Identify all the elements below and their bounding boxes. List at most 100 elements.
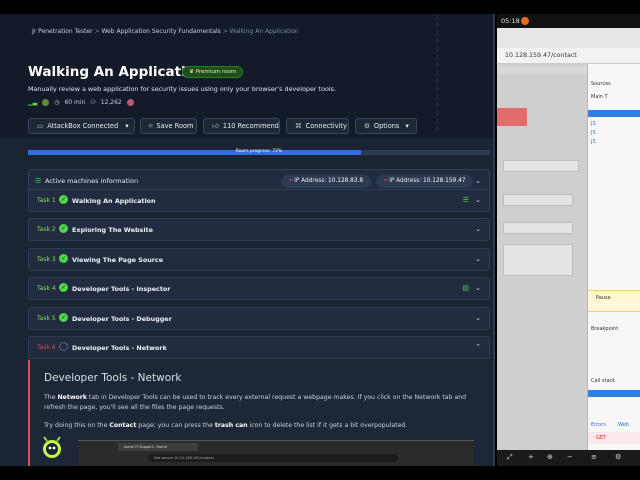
save-room-button[interactable]: ⌑ Save Room <box>140 118 197 134</box>
chevron-down-icon: ⌄ <box>475 177 481 185</box>
devtools-tree-selection[interactable] <box>588 110 640 117</box>
system-top-bar: 05:18 <box>497 14 640 28</box>
minus-icon[interactable]: − <box>567 453 573 461</box>
circle-icon <box>59 342 68 351</box>
task-row[interactable]: Task 4 ✓ Developer Tools - Inspector ▤ ⌄ <box>28 277 490 300</box>
bookmark-icon: ⌑ <box>149 122 153 130</box>
paused-banner: Pause <box>588 290 640 312</box>
task-number: Task 2 <box>37 226 56 233</box>
task-number: Task 4 <box>37 285 56 292</box>
user-count: 12,262 <box>100 99 122 106</box>
devtools-tree-item[interactable]: Main T <box>591 94 608 100</box>
mini-browser-tab: Acme IT Support - Home <box>118 443 198 451</box>
room-meta: ▁▃ ◷ 60 min ⚇ 12,262 <box>28 99 134 106</box>
devtools-tree-item[interactable]: JS <box>591 139 596 145</box>
chevron-down-icon: ⌄ <box>475 255 481 263</box>
task-row[interactable]: Task 3 ✓ Viewing The Page Source ⌄ <box>28 248 490 271</box>
task-row[interactable]: Task 5 ✓ Developer Tools - Debugger ⌄ <box>28 307 490 330</box>
difficulty-bars-icon: ▁▃ <box>28 99 38 106</box>
page-title: Walking An Application <box>28 64 205 80</box>
page-strip <box>497 66 587 74</box>
url-text: 10.128.159.47/contact <box>505 52 577 59</box>
task-title: Developer Tools - Debugger <box>72 315 172 323</box>
chevron-down-icon: ⌄ <box>475 284 481 292</box>
desktop-screen: Jr Penetration Tester > Web Application … <box>0 0 640 480</box>
monitor-icon: ▭ <box>37 122 44 130</box>
embedded-screenshot: Acme IT Support - Home Not secure 10.10.… <box>78 440 474 466</box>
users-icon: ⚇ <box>90 99 96 106</box>
task-content-paragraph: Try doing this on the Contact page; you … <box>44 422 408 429</box>
duration: 60 min <box>64 99 86 106</box>
ip-address-2: 10.128.159.47 <box>423 178 466 184</box>
call-stack-selection[interactable] <box>588 390 640 397</box>
page-textarea[interactable] <box>503 244 573 276</box>
task-title: Viewing The Page Source <box>72 256 164 264</box>
taskbar: ⤢ + ⊕ − ≡ ⚙ <box>497 450 640 466</box>
task-content-heading: Developer Tools - Network <box>44 372 182 384</box>
settings-icon[interactable]: ⚙ <box>615 453 621 461</box>
ip-badge-attackbox: ⌖ IP Address: 10.128.83.8 <box>281 175 372 188</box>
premium-badge: ♛ Premium room <box>182 66 244 78</box>
chevron-down-icon: ⌄ <box>475 196 481 204</box>
web-page-viewport <box>497 64 587 450</box>
breadcrumb-item-module[interactable]: Web Application Security Fundamentals <box>101 28 220 35</box>
breakpoints-header[interactable]: Breakpoint <box>591 326 618 332</box>
task-title: Developer Tools - Inspector <box>72 285 171 293</box>
devtools-tree-item[interactable]: JS <box>591 121 596 127</box>
connectivity-button[interactable]: ⌘ Connectivity <box>286 118 349 134</box>
check-icon: ✓ <box>59 254 68 263</box>
browser-window: 05:18 10.128.159.47/contact Sources Main… <box>497 14 640 466</box>
network-request-row[interactable]: GET <box>588 432 640 444</box>
task-title: Developer Tools - Network <box>72 344 167 352</box>
devtools-tree-item[interactable]: JS <box>591 130 596 136</box>
check-icon: ✓ <box>59 283 68 292</box>
attackbox-button[interactable]: ▭ AttackBox Connected ▾ <box>28 118 135 134</box>
binary-decoration: 101011010010110 <box>435 14 439 133</box>
breadcrumb-item-path[interactable]: Jr Penetration Tester <box>32 28 93 35</box>
check-icon: ✓ <box>59 313 68 322</box>
chevron-down-icon: ⌄ <box>475 225 481 233</box>
mascot-icon <box>43 436 61 458</box>
task-row[interactable]: Task 1 ✓ Walking An Application ☰ ⌄ <box>28 189 490 212</box>
breadcrumb: Jr Penetration Tester > Web Application … <box>32 28 299 35</box>
firefox-icon[interactable] <box>521 17 529 25</box>
expand-icon[interactable]: ⤢ <box>507 453 513 462</box>
thumbs-up-icon: 👍︎ <box>212 122 219 130</box>
mini-url-bar: Not secure 10.10.186.161/contact <box>148 454 398 462</box>
avatar-icon[interactable] <box>126 99 134 106</box>
page-input[interactable] <box>503 194 573 206</box>
file-icon: ▤ <box>462 284 469 292</box>
clock: 05:18 <box>501 17 520 25</box>
task-row-open[interactable]: Task 6 Developer Tools - Network ⌃ <box>28 336 490 359</box>
chevron-up-icon: ⌃ <box>475 343 481 351</box>
room-subtitle: Manually review a web application for se… <box>28 85 337 93</box>
url-bar[interactable]: 10.128.159.47/contact <box>497 48 640 64</box>
recommend-button[interactable]: 👍︎ 110 Recommend <box>203 118 280 134</box>
page-red-button[interactable] <box>497 108 527 126</box>
page-input[interactable] <box>503 160 579 172</box>
task-title: Walking An Application <box>72 197 156 205</box>
room-panel: Jr Penetration Tester > Web Application … <box>0 14 495 466</box>
task-number: Task 5 <box>37 315 56 322</box>
chevron-down-icon: ⌄ <box>475 314 481 322</box>
task-row[interactable]: Task 2 ✓ Exploring The Website ⌄ <box>28 218 490 241</box>
web-tab[interactable]: Web <box>618 422 629 428</box>
errors-tab[interactable]: Errors <box>591 422 606 428</box>
request-method: GET <box>596 435 607 441</box>
devtools-sources-tab[interactable]: Sources <box>591 81 611 87</box>
page-input[interactable] <box>503 222 573 234</box>
breadcrumb-current: Walking An Application <box>229 28 299 35</box>
check-icon: ✓ <box>59 195 68 204</box>
gear-icon: ⚙ <box>364 122 370 130</box>
ip-address-1: 10.128.83.8 <box>328 178 364 184</box>
crosshair-icon[interactable]: ⊕ <box>547 453 553 461</box>
crown-icon: ♛ <box>189 69 196 75</box>
plus-icon[interactable]: + <box>528 453 534 461</box>
chevron-down-icon: ▾ <box>125 122 129 130</box>
menu-icon[interactable]: ≡ <box>591 453 597 461</box>
task-title: Exploring The Website <box>72 226 153 234</box>
call-stack-header[interactable]: Call stack <box>591 378 615 384</box>
chevron-down-icon: ▾ <box>405 122 409 130</box>
devtools-panel: Sources Main T JS JS JS Pause Breakpoint… <box>587 64 640 450</box>
options-button[interactable]: ⚙ Options ▾ <box>355 118 417 134</box>
